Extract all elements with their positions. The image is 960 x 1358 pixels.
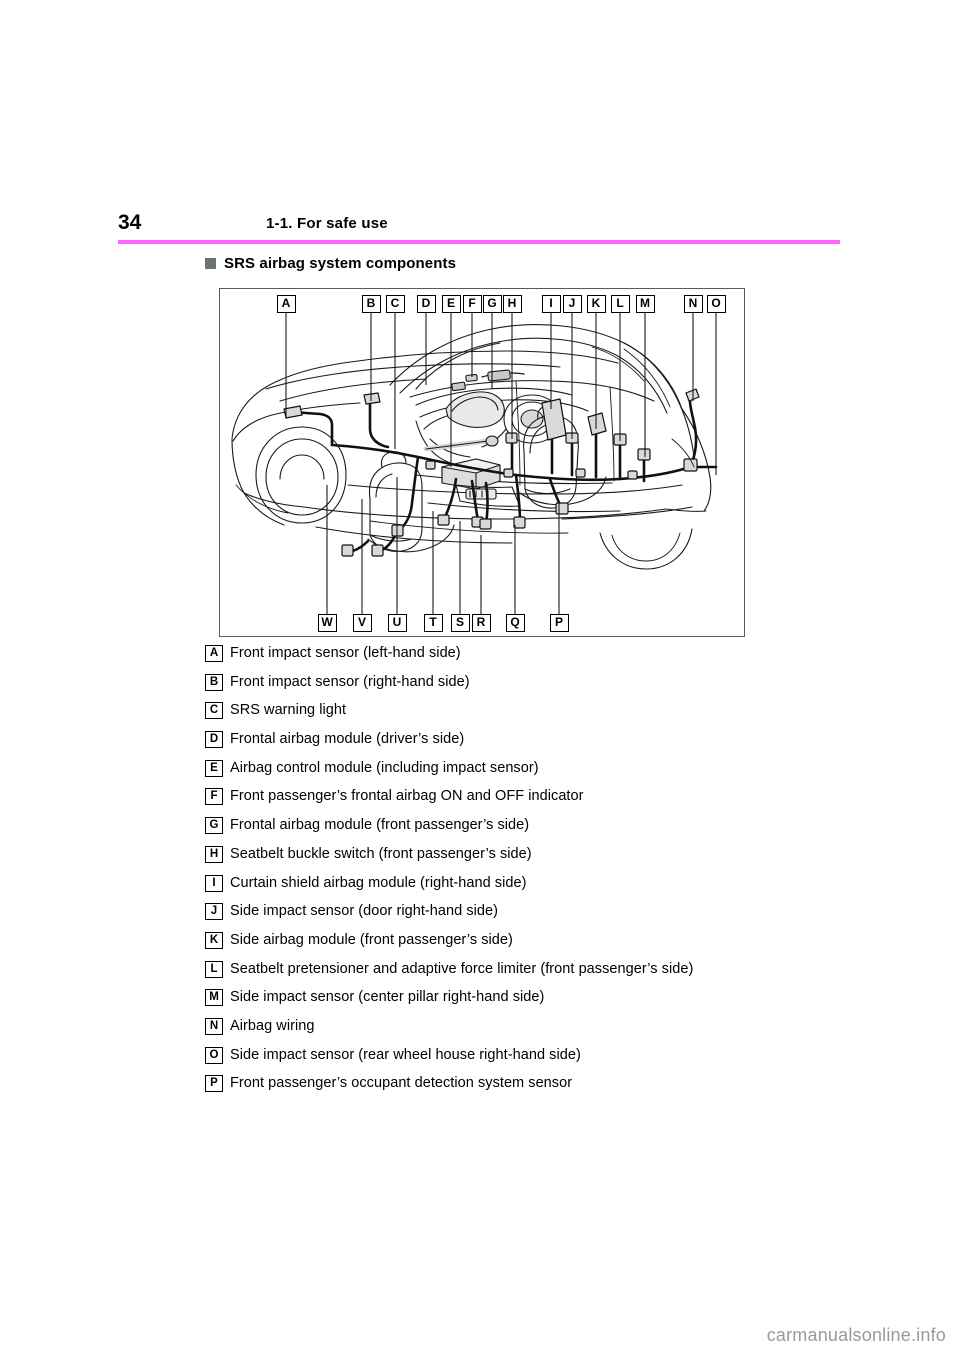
legend-row: N Airbag wiring [205, 1016, 905, 1045]
figure-callout-q: Q [505, 614, 525, 632]
figure-callout-u: U [387, 614, 407, 632]
figure-callout-l: L [610, 295, 630, 313]
legend-key-o: O [205, 1046, 223, 1064]
figure-callout-n: N [683, 295, 703, 313]
legend-key-j: J [205, 903, 223, 921]
figure-callout-o: O [706, 295, 726, 313]
section-heading: SRS airbag system components [205, 255, 456, 272]
legend-row: I Curtain shield airbag module (right-han… [205, 873, 905, 902]
figure-callout-w: W [317, 614, 337, 632]
header-section-title: 1-1. For safe use [266, 215, 388, 232]
legend-key-a: A [205, 645, 223, 662]
figure-callout-i: I [541, 295, 561, 313]
legend-key-h: H [205, 845, 223, 863]
figure-callout-v: V [352, 614, 372, 632]
legend-key-g: G [205, 817, 223, 835]
legend-description: Curtain shield airbag module (right-hand… [230, 874, 527, 891]
section-heading-label: SRS airbag system components [224, 255, 457, 272]
legend-description: SRS warning light [230, 702, 347, 719]
legend-description: Side impact sensor (rear wheel house rig… [230, 1046, 581, 1063]
legend-description: Seatbelt pretensioner and adaptive force… [230, 960, 694, 977]
figure-callout-a: A [276, 295, 296, 313]
legend-row: L Seatbelt pretensioner and adaptive forc… [205, 959, 905, 988]
legend-key-k: K [205, 931, 223, 949]
figure-callout-g: G [482, 295, 502, 313]
footer-watermark: carmanualsonline.info [766, 1325, 946, 1345]
figure-callout-s: S [450, 614, 470, 632]
legend-description: Frontal airbag module (driver’s side) [230, 731, 465, 748]
legend-description: Front passenger’s occupant detection sys… [230, 1075, 573, 1092]
figure-callout-p: P [549, 614, 569, 632]
legend-description: Frontal airbag module (front passenger’s… [230, 817, 530, 834]
srs-airbag-component-diagram [231, 313, 718, 614]
legend-row: E Airbag control module (including impact… [205, 758, 905, 787]
legend-row: B Front impact sensor (right-hand side) [205, 672, 905, 701]
legend-key-l: L [205, 960, 223, 978]
legend-description: Front impact sensor (right-hand side) [230, 673, 470, 690]
legend-description: Airbag control module (including impact … [230, 759, 539, 776]
figure-callout-e: E [441, 295, 461, 313]
square-bullet-icon [205, 258, 216, 269]
figure-callout-k: K [586, 295, 606, 313]
legend-row: P Front passenger’s occupant detection sy… [205, 1073, 905, 1102]
legend-row: O Side impact sensor (rear wheel house ri… [205, 1045, 905, 1074]
legend-key-p: P [205, 1075, 223, 1093]
legend-description: Side impact sensor (door right-hand side… [230, 903, 499, 920]
legend-row: A Front impact sensor (left-hand side) [205, 643, 905, 672]
legend-description: Airbag wiring [230, 1017, 315, 1034]
component-legend-list: A Front impact sensor (left-hand side) B Fr… [205, 643, 905, 1102]
figure-callout-h: H [502, 295, 522, 313]
figure-callout-m: M [635, 295, 655, 313]
legend-key-n: N [205, 1017, 223, 1035]
legend-key-f: F [205, 788, 223, 806]
legend-key-d: D [205, 731, 223, 749]
figure-callout-d: D [416, 295, 436, 313]
legend-row: H Seatbelt buckle switch (front passenger… [205, 844, 905, 873]
legend-row: M Side impact sensor (center pillar right… [205, 987, 905, 1016]
legend-description: Side airbag module (front passenger’s si… [230, 931, 513, 948]
figure-callout-b: B [361, 295, 381, 313]
legend-description: Seatbelt buckle switch (front passenger’… [230, 845, 532, 862]
legend-row: D Frontal airbag module (driver’s side) [205, 729, 905, 758]
legend-key-b: B [205, 673, 223, 691]
legend-row: K Side airbag module (front passenger’s s… [205, 930, 905, 959]
figure-callout-j: J [562, 295, 582, 313]
page-number: 34 [118, 211, 142, 234]
figure-frame: A BCDEFGH IJKLM NO WVUTSRQ P [219, 288, 745, 637]
legend-row: C SRS warning light [205, 700, 905, 729]
legend-row: J Side impact sensor (door right-hand sid… [205, 901, 905, 930]
figure-callout-r: R [471, 614, 491, 632]
figure-callout-f: F [462, 295, 482, 313]
legend-row: F Front passenger’s frontal airbag ON and… [205, 786, 905, 815]
page-header: 34 1-1. For safe use [118, 210, 840, 244]
legend-key-i: I [205, 874, 223, 892]
legend-row: G Frontal airbag module (front passenger’… [205, 815, 905, 844]
legend-key-m: M [205, 989, 223, 1007]
legend-description: Side impact sensor (center pillar right-… [230, 989, 545, 1006]
figure-callout-t: T [423, 614, 443, 632]
legend-description: Front passenger’s frontal airbag ON and … [230, 788, 584, 805]
figure-callout-c: C [385, 295, 405, 313]
legend-description: Front impact sensor (left-hand side) [230, 645, 461, 661]
legend-key-e: E [205, 759, 223, 777]
legend-key-c: C [205, 702, 223, 720]
header-divider-rule [118, 240, 840, 244]
